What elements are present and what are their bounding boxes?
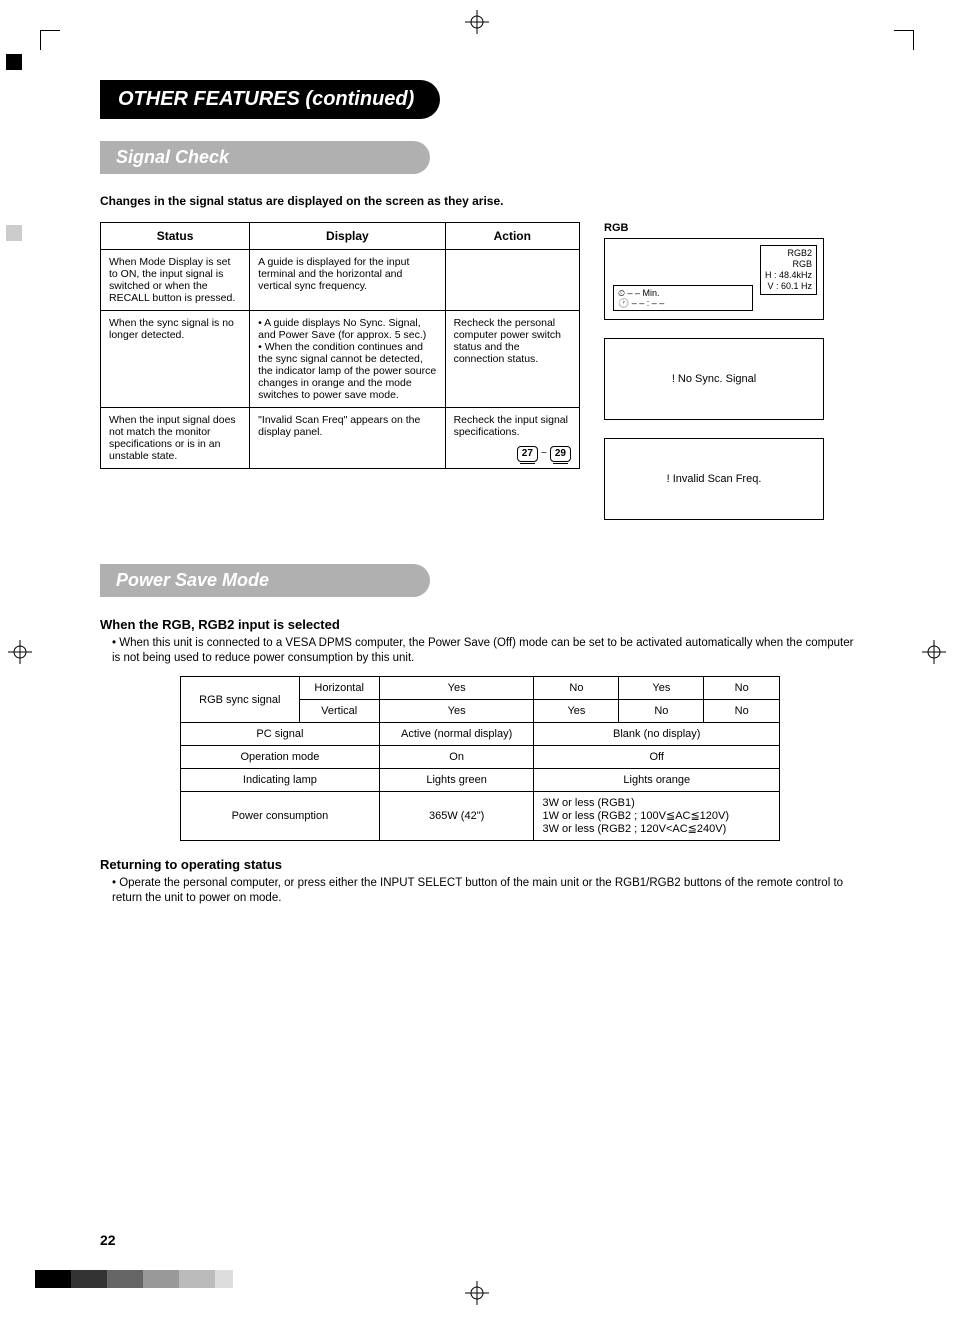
registration-mark-right — [922, 640, 946, 667]
page-title: OTHER FEATURES (continued) — [100, 80, 440, 119]
crop-mark-top-right — [894, 30, 914, 50]
trim-gray-square — [6, 225, 22, 241]
cell: Yes — [379, 700, 534, 723]
cell: Lights green — [379, 769, 534, 792]
osd-examples: RGB RGB2 RGB H : 48.4kHz V : 60.1 Hz ⏲ –… — [604, 222, 834, 538]
osd-clock-line: ⏲ – – Min. — [618, 288, 748, 298]
cell: Indicating lamp — [181, 769, 380, 792]
table-row: Operation mode On Off — [181, 746, 780, 769]
table-header-row: Status Display Action — [101, 223, 580, 250]
cell-status: When the sync signal is no longer detect… — [101, 311, 250, 408]
page-content: OTHER FEATURES (continued) Signal Check … — [100, 80, 860, 906]
trim-black-square — [6, 54, 22, 70]
table-row: When the sync signal is no longer detect… — [101, 311, 580, 408]
section-heading-power-save: Power Save Mode — [100, 564, 430, 597]
table-row: Indicating lamp Lights green Lights oran… — [181, 769, 780, 792]
page-ref: 27 — [517, 446, 538, 462]
th-action: Action — [445, 223, 579, 250]
osd-message: ! Invalid Scan Freq. — [667, 473, 762, 485]
cell: Operation mode — [181, 746, 380, 769]
cell: Yes — [534, 700, 619, 723]
table-row: When Mode Display is set to ON, the inpu… — [101, 250, 580, 311]
cell-action: Recheck the input signal specifications.… — [445, 408, 579, 469]
osd-message: ! No Sync. Signal — [672, 373, 756, 385]
power-save-table: RGB sync signal Horizontal Yes No Yes No… — [180, 676, 780, 841]
cell: 3W or less (RGB1) 1W or less (RGB2 ; 100… — [534, 792, 780, 841]
cell: 365W (42") — [379, 792, 534, 841]
cell-action: Recheck the personal computer power swit… — [445, 311, 579, 408]
cell-display: A guide is displayed for the input termi… — [250, 250, 445, 311]
osd-label: RGB — [604, 222, 834, 234]
cell-status: When Mode Display is set to ON, the inpu… — [101, 250, 250, 311]
subsection-text: • Operate the personal computer, or pres… — [112, 876, 860, 906]
cell: Yes — [619, 677, 704, 700]
cell: No — [704, 700, 780, 723]
cell-line: 3W or less (RGB1) — [542, 797, 771, 809]
cell: No — [534, 677, 619, 700]
osd-box-no-sync: ! No Sync. Signal — [604, 338, 824, 420]
cell: RGB sync signal — [181, 677, 300, 723]
crop-mark-top-left — [40, 30, 60, 50]
th-status: Status — [101, 223, 250, 250]
section-heading-signal-check: Signal Check — [100, 141, 430, 174]
cell-status: When the input signal does not match the… — [101, 408, 250, 469]
osd-line: RGB2 — [765, 248, 812, 259]
cell: No — [704, 677, 780, 700]
subsection-heading-returning: Returning to operating status — [100, 857, 860, 872]
cell: No — [619, 700, 704, 723]
table-row: RGB sync signal Horizontal Yes No Yes No — [181, 677, 780, 700]
cell: Vertical — [299, 700, 379, 723]
osd-line: H : 48.4kHz — [765, 270, 812, 281]
cell: PC signal — [181, 723, 380, 746]
page-ref: 29 — [550, 446, 571, 462]
osd-line: V : 60.1 Hz — [765, 281, 812, 292]
cell-line: 1W or less (RGB2 ; 100V≦AC≦120V) — [542, 809, 771, 822]
osd-clock-box: ⏲ – – Min. 🕐 – – : – – — [613, 285, 753, 311]
subsection-text: • When this unit is connected to a VESA … — [112, 636, 860, 666]
cell: Off — [534, 746, 780, 769]
color-control-strip — [35, 1270, 233, 1288]
cell-display: • A guide displays No Sync. Signal, and … — [250, 311, 445, 408]
cell: Yes — [379, 677, 534, 700]
osd-box-invalid-freq: ! Invalid Scan Freq. — [604, 438, 824, 520]
cell-display: "Invalid Scan Freq" appears on the displ… — [250, 408, 445, 469]
tilde: ~ — [541, 447, 547, 459]
cell: Active (normal display) — [379, 723, 534, 746]
action-text: Recheck the input signal specifications. — [454, 414, 568, 438]
table-row: PC signal Active (normal display) Blank … — [181, 723, 780, 746]
cell: Blank (no display) — [534, 723, 780, 746]
table-row: Power consumption 365W (42") 3W or less … — [181, 792, 780, 841]
cell-action — [445, 250, 579, 311]
th-display: Display — [250, 223, 445, 250]
cell: On — [379, 746, 534, 769]
registration-mark-left — [8, 640, 32, 667]
table-row: When the input signal does not match the… — [101, 408, 580, 469]
osd-line: RGB — [765, 259, 812, 270]
subsection-heading-rgb-input: When the RGB, RGB2 input is selected — [100, 617, 860, 632]
cell: Horizontal — [299, 677, 379, 700]
registration-mark-top — [465, 10, 489, 37]
signal-check-table: Status Display Action When Mode Display … — [100, 222, 580, 469]
cell: Power consumption — [181, 792, 380, 841]
cell: Lights orange — [534, 769, 780, 792]
osd-info-tag: RGB2 RGB H : 48.4kHz V : 60.1 Hz — [760, 245, 817, 295]
page-number: 22 — [100, 1232, 116, 1248]
registration-mark-bottom — [465, 1281, 489, 1308]
cell-line: 3W or less (RGB2 ; 120V<AC≦240V) — [542, 822, 771, 835]
osd-clock-line: 🕐 – – : – – — [618, 298, 748, 308]
osd-box-signal-info: RGB2 RGB H : 48.4kHz V : 60.1 Hz ⏲ – – M… — [604, 238, 824, 320]
signal-check-lead: Changes in the signal status are display… — [100, 194, 860, 208]
